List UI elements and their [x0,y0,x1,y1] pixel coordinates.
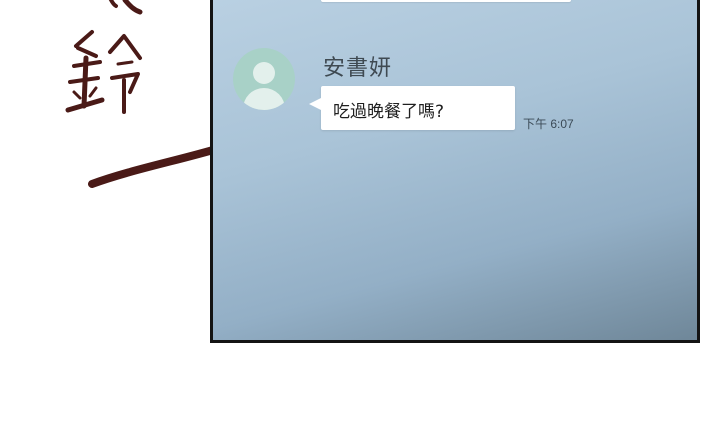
message-bubble[interactable]: 吃過晚餐了嗎? [309,86,515,130]
comic-page: 安書妍 吃過晚餐了嗎? 下午 6:07 [0,0,720,442]
avatar-body [243,88,285,110]
message-text: 吃過晚餐了嗎? [333,102,445,122]
message-timestamp: 下午 6:07 [523,117,574,131]
avatar-head [253,62,275,84]
phone-screen-panel: 安書妍 吃過晚餐了嗎? 下午 6:07 [210,0,700,343]
sfx-dash [88,144,224,188]
sfx-stroke-top-2 [108,0,118,8]
sfx-character-ling [65,30,142,114]
sender-name: 安書妍 [323,56,393,81]
sfx-stroke-top [122,0,143,15]
default-user-avatar-icon[interactable] [233,48,295,110]
previous-message-bubble [321,0,571,2]
